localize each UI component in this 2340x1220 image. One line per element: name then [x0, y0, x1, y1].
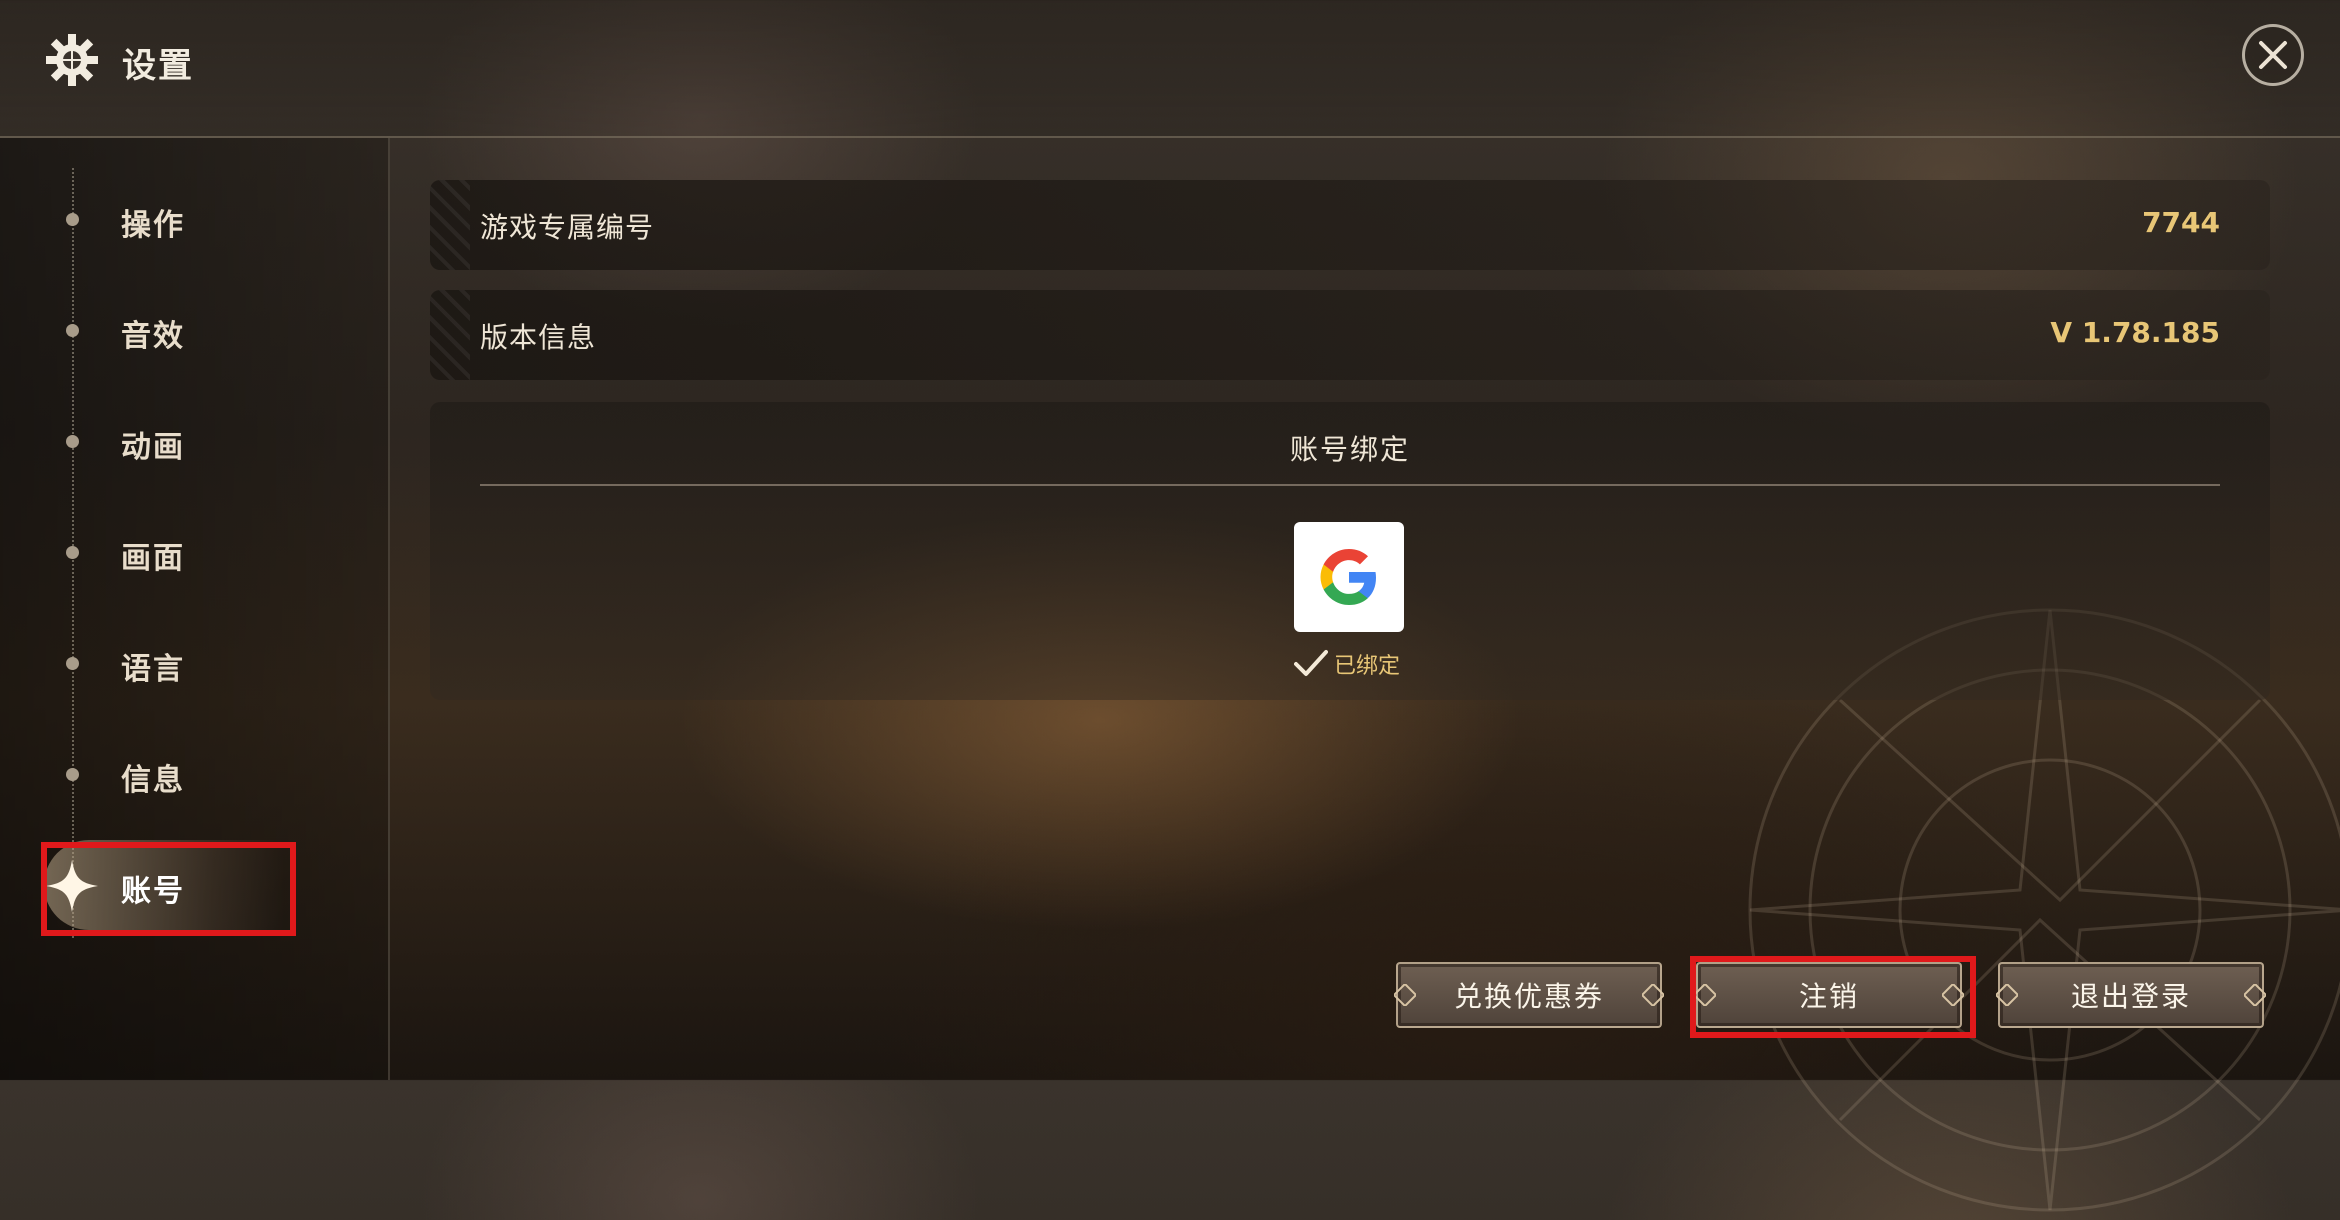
sidebar-item-label: 动画 [121, 430, 185, 465]
gear-icon [46, 34, 98, 86]
button-ornament-icon [2244, 984, 2266, 1006]
sidebar-item-animation[interactable]: 动画 [0, 396, 300, 486]
sidebar-dot [66, 546, 79, 559]
check-icon [1294, 650, 1328, 676]
game-id-value: 7744 [2142, 206, 2220, 239]
sidebar-dot [66, 213, 79, 226]
game-id-label: 游戏专属编号 [480, 211, 655, 244]
highlight-box-account [41, 842, 296, 936]
sidebar-item-label: 语言 [121, 652, 185, 687]
header-bar: 设置 [0, 0, 2340, 138]
sidebar-item-language[interactable]: 语言 [0, 618, 300, 708]
sidebar-item-controls[interactable]: 操作 [0, 174, 300, 264]
version-row: 版本信息 V 1.78.185 [430, 290, 2270, 380]
sidebar-item-label: 信息 [121, 763, 185, 798]
sidebar-dot [66, 435, 79, 448]
logout-button[interactable]: 退出登录 [1996, 962, 2266, 1028]
bound-status: 已绑定 [1294, 642, 1454, 682]
sidebar-item-label: 音效 [121, 319, 185, 354]
sidebar-item-sound[interactable]: 音效 [0, 285, 300, 375]
version-label: 版本信息 [480, 321, 597, 354]
divider [480, 484, 2220, 486]
logout-label: 退出登录 [2070, 980, 2191, 1013]
sidebar-item-label: 画面 [121, 541, 185, 576]
sidebar-dot [66, 768, 79, 781]
page-title: 设置 [122, 46, 194, 86]
button-ornament-icon [1642, 984, 1664, 1006]
redeem-coupon-label: 兑换优惠券 [1453, 980, 1604, 1013]
button-ornament-icon [1996, 984, 2018, 1006]
sidebar-item-info[interactable]: 信息 [0, 729, 300, 819]
close-button[interactable] [2242, 24, 2304, 86]
settings-sidebar: 操作 音效 动画 画面 语言 信息 账号 [0, 138, 390, 1080]
sidebar-item-label: 操作 [121, 208, 185, 243]
row-decoration [430, 180, 470, 270]
sidebar-dot [66, 657, 79, 670]
sidebar-item-graphics[interactable]: 画面 [0, 507, 300, 597]
button-ornament-icon [1394, 984, 1416, 1006]
google-icon [1320, 549, 1376, 605]
game-id-row: 游戏专属编号 7744 [430, 180, 2270, 270]
bound-status-label: 已绑定 [1334, 654, 1401, 679]
row-decoration [430, 290, 470, 380]
google-bind-button[interactable] [1294, 522, 1404, 632]
account-binding-panel: 账号绑定 已绑定 [430, 402, 2270, 700]
binding-title: 账号绑定 [1289, 433, 1410, 466]
sidebar-dot [66, 324, 79, 337]
redeem-coupon-button[interactable]: 兑换优惠券 [1394, 962, 1664, 1028]
version-value: V 1.78.185 [2050, 316, 2220, 349]
close-icon [2259, 41, 2287, 69]
highlight-box-deregister [1690, 956, 1976, 1038]
